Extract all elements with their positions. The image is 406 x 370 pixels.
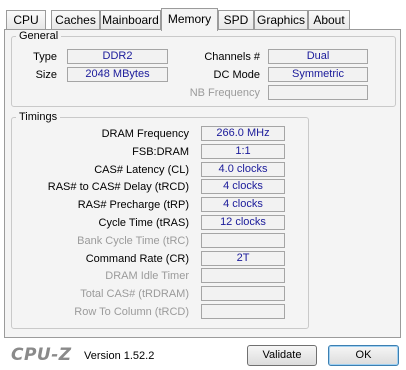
timing-label: Command Rate (CR) (85, 253, 189, 265)
tab-spd[interactable]: SPD (218, 10, 254, 30)
timing-value: 4 clocks (201, 197, 285, 212)
timing-value: 266.0 MHz (201, 126, 285, 141)
channels-value: Dual (268, 49, 368, 64)
timing-value (201, 286, 285, 301)
timing-label: CAS# Latency (CL) (94, 164, 189, 176)
tab-caches[interactable]: Caches (51, 10, 100, 30)
channels-label: Channels # (204, 51, 260, 63)
nb-frequency-label: NB Frequency (189, 87, 260, 99)
tab-memory[interactable]: Memory (161, 8, 218, 31)
cpuz-logo: CPU-Z (11, 345, 72, 365)
validate-button[interactable]: Validate (247, 345, 317, 366)
timing-label: FSB:DRAM (132, 146, 189, 158)
timing-label: Total CAS# (tRDRAM) (80, 288, 189, 300)
timing-value: 4 clocks (201, 179, 285, 194)
timing-label: DRAM Frequency (101, 128, 189, 140)
timing-value (201, 268, 285, 283)
tab-graphics[interactable]: Graphics (254, 10, 308, 30)
tab-mainboard[interactable]: Mainboard (100, 10, 161, 30)
timing-label: Row To Column (tRCD) (74, 306, 189, 318)
timing-value (201, 304, 285, 319)
dc-mode-value: Symmetric (268, 67, 368, 82)
tab-about[interactable]: About (308, 10, 350, 30)
timing-value: 2T (201, 251, 285, 266)
timings-legend: Timings (19, 111, 58, 123)
timing-value (201, 233, 285, 248)
timing-value: 12 clocks (201, 215, 285, 230)
timing-label: Bank Cycle Time (tRC) (77, 235, 189, 247)
tab-cpu[interactable]: CPU (6, 10, 46, 30)
timing-value: 4.0 clocks (201, 162, 285, 177)
timing-value: 1:1 (201, 144, 285, 159)
size-label: Size (35, 69, 57, 81)
timing-label: Cycle Time (tRAS) (98, 217, 189, 229)
timing-label: DRAM Idle Timer (105, 270, 189, 282)
general-legend: General (19, 30, 59, 42)
type-label: Type (33, 51, 57, 63)
timing-label: RAS# to CAS# Delay (tRCD) (47, 181, 189, 193)
tab-bar: CPU Caches Mainboard Memory SPD Graphics… (6, 8, 400, 31)
memory-panel: General Type DDR2 Size 2048 MBytes Chann… (4, 29, 401, 338)
size-value: 2048 MBytes (67, 67, 168, 82)
timing-label: RAS# Precharge (tRP) (77, 199, 189, 211)
ok-button[interactable]: OK (328, 345, 399, 366)
version-text: Version 1.52.2 (84, 350, 155, 362)
type-value: DDR2 (67, 49, 168, 64)
dc-mode-label: DC Mode (213, 69, 260, 81)
nb-frequency-value (268, 85, 368, 100)
